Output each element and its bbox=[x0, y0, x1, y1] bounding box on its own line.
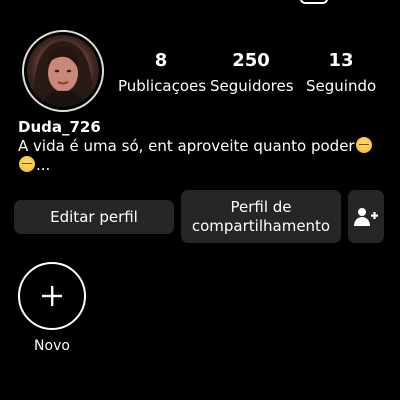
bio-line-1: A vida é uma só, ent aproveite quanto po… bbox=[18, 137, 355, 155]
profile-avatar-ring[interactable] bbox=[22, 30, 104, 112]
profile-username: Duda_726 bbox=[18, 118, 101, 136]
stat-posts-label: Publicaçoes bbox=[118, 77, 207, 95]
add-person-icon bbox=[354, 207, 378, 226]
stat-followers-value: 250 bbox=[232, 50, 270, 71]
sleepy-emoji-icon bbox=[355, 137, 372, 153]
stat-followers[interactable]: 250 Seguidores bbox=[210, 50, 294, 96]
new-highlight-button[interactable] bbox=[18, 262, 86, 330]
stat-following-value: 13 bbox=[328, 50, 354, 71]
new-highlight-label: Novo bbox=[34, 338, 70, 354]
edit-profile-label: Editar perfil bbox=[50, 207, 138, 226]
stat-posts[interactable]: 8 Publicaçoes bbox=[118, 50, 207, 96]
discover-people-button[interactable] bbox=[348, 190, 384, 243]
profile-bio[interactable]: A vida é uma só, ent aproveite quanto po… bbox=[18, 137, 388, 175]
bio-more[interactable]: ... bbox=[36, 156, 50, 174]
status-bar-icon bbox=[300, 0, 328, 4]
share-profile-label: Perfil de compartilhamento bbox=[191, 197, 331, 235]
stat-following-label: Seguindo bbox=[306, 77, 377, 95]
sleepy-emoji-icon bbox=[19, 156, 35, 172]
stat-following[interactable]: 13 Seguindo bbox=[306, 50, 376, 96]
avatar-image bbox=[33, 41, 93, 107]
share-profile-button[interactable]: Perfil de compartilhamento bbox=[181, 190, 341, 243]
edit-profile-button[interactable]: Editar perfil bbox=[14, 200, 174, 234]
plus-icon bbox=[42, 286, 62, 306]
avatar[interactable] bbox=[27, 35, 99, 107]
stat-posts-value: 8 bbox=[154, 50, 168, 71]
stat-followers-label: Seguidores bbox=[210, 77, 294, 95]
